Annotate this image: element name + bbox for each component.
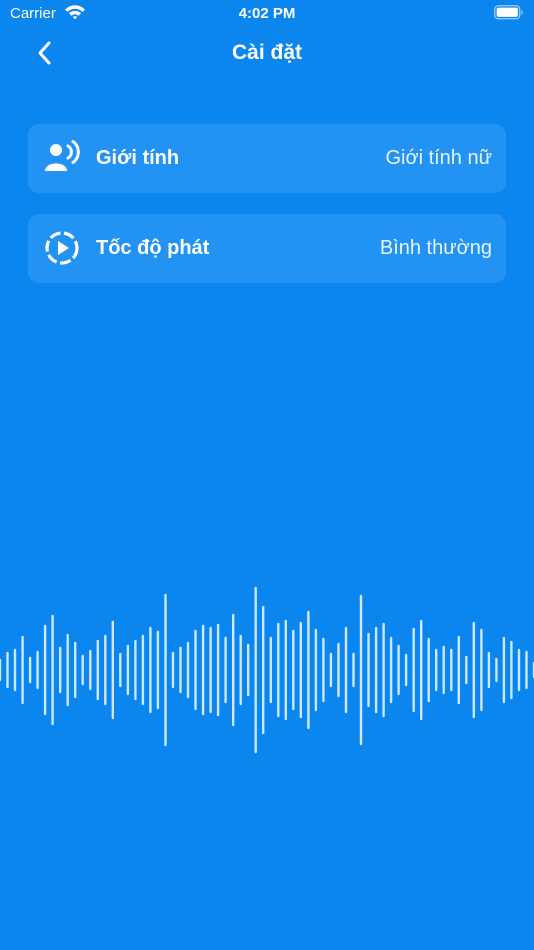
playback-speed-icon [45, 231, 79, 265]
voice-user-icon [45, 140, 80, 171]
setting-value: Giới tính nữ [385, 147, 492, 169]
status-time: 4:02 PM [238, 5, 296, 22]
page-title: Cài đặt [231, 41, 302, 64]
audio-waveform [0, 586, 534, 754]
battery-icon [494, 5, 523, 20]
setting-row-gender[interactable]: Giới tính Giới tính nữ [28, 124, 506, 193]
setting-label: Giới tính [96, 147, 180, 169]
status-bar: Carrier 4:02 PM [0, 0, 534, 28]
navigation-bar: Cài đặt [0, 28, 534, 80]
setting-label: Tốc độ phát [96, 237, 210, 259]
setting-value: Bình thường [379, 237, 492, 259]
setting-row-playback-speed[interactable]: Tốc độ phát Bình thường [28, 214, 506, 283]
